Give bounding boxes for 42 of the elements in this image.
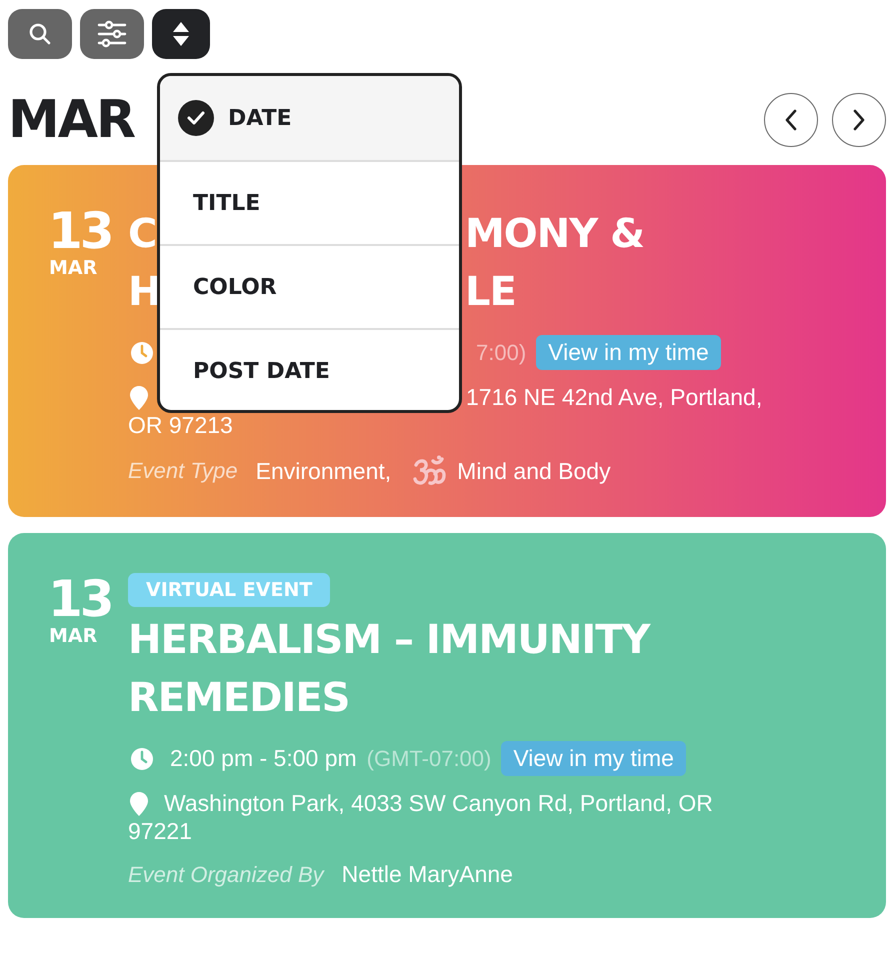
event-address: OR 97213 <box>128 411 233 439</box>
sort-option[interactable]: DATE <box>160 76 459 160</box>
event-address: 97221 <box>128 817 192 845</box>
search-button[interactable] <box>8 9 72 59</box>
next-button[interactable] <box>832 93 886 147</box>
event-title: LE <box>465 268 516 317</box>
event-address: Washington Park, 4033 SW Canyon Rd, Portland, OR <box>164 790 713 817</box>
event-time: 2:00 pm - 5:00 pm <box>170 745 357 772</box>
check-icon <box>178 100 214 136</box>
sort-option[interactable]: COLOR <box>160 244 459 328</box>
month-heading: MAR <box>8 90 134 150</box>
meta-value: Environment, <box>256 458 392 484</box>
event-day: 13 <box>48 205 112 257</box>
location-pin-icon <box>130 386 148 410</box>
event-title: MONY & <box>465 210 644 259</box>
event-address: 1716 NE 42nd Ave, Portland, <box>466 384 762 411</box>
timezone-text: (GMT-07:00) <box>366 746 492 772</box>
clock-icon <box>130 746 154 770</box>
om-symbol-icon <box>413 455 448 487</box>
meta-label: Event Type <box>128 458 238 484</box>
event-month: MAR <box>49 257 98 279</box>
sliders-icon <box>97 19 127 49</box>
sort-icon <box>172 21 190 47</box>
timezone-text: 7:00) <box>476 340 526 366</box>
clock-icon <box>130 340 154 364</box>
previous-button[interactable] <box>764 93 818 147</box>
event-title: C <box>128 211 156 257</box>
search-icon <box>27 21 53 47</box>
meta-value: Nettle MaryAnne <box>342 861 513 888</box>
chevron-left-icon <box>784 109 798 131</box>
virtual-event-badge: VIRTUAL EVENT <box>128 573 330 607</box>
chevron-right-icon <box>852 109 866 131</box>
location-pin-icon <box>130 792 148 816</box>
meta-value: Mind and Body <box>457 458 611 484</box>
sort-option[interactable]: TITLE <box>160 160 459 244</box>
filter-button[interactable] <box>80 9 144 59</box>
sort-button[interactable] <box>152 9 210 59</box>
event-day: 13 <box>48 573 112 625</box>
event-month: MAR <box>49 625 98 647</box>
meta-label: Event Organized By <box>128 862 324 888</box>
event-title: HERBALISM – IMMUNITY <box>128 617 650 663</box>
event-title: REMEDIES <box>128 675 350 721</box>
